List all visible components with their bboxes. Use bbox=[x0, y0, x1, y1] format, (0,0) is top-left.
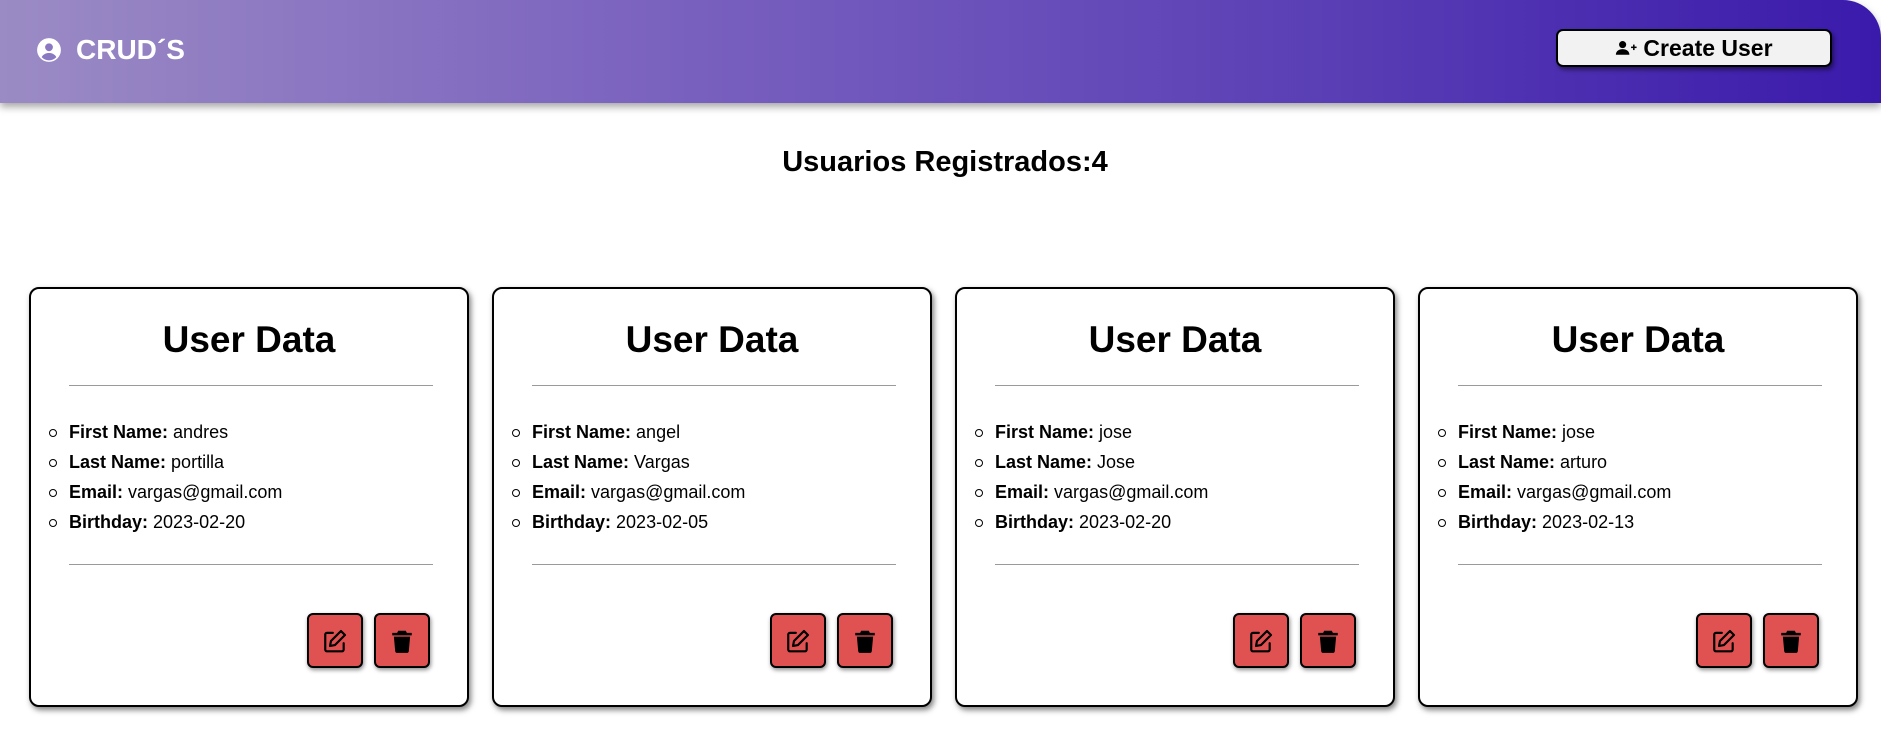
delete-button[interactable] bbox=[1763, 613, 1819, 668]
user-fields: First Name: angel Last Name: Vargas Emai… bbox=[511, 417, 746, 537]
trash-icon bbox=[392, 630, 412, 653]
email-value: vargas@gmail.com bbox=[1517, 482, 1672, 502]
edit-icon bbox=[1250, 629, 1273, 652]
delete-button[interactable] bbox=[837, 613, 893, 668]
user-plus-icon bbox=[1616, 41, 1637, 55]
last-name-field: Last Name: Vargas bbox=[511, 447, 745, 477]
card-actions bbox=[1696, 613, 1819, 668]
first-name-field: First Name: andres bbox=[48, 417, 282, 447]
card-actions bbox=[770, 613, 893, 668]
card-title: User Data bbox=[1088, 319, 1262, 360]
first-name-field: First Name: angel bbox=[511, 417, 745, 447]
card-title: User Data bbox=[1551, 319, 1725, 360]
brand: CRUD´S bbox=[36, 34, 185, 66]
birthday-field: Birthday: 2023-02-20 bbox=[48, 507, 282, 537]
email-field: Email: vargas@gmail.com bbox=[48, 477, 283, 507]
last-name-value: portilla bbox=[171, 452, 225, 472]
birthday-value: 2023-02-05 bbox=[616, 512, 709, 532]
first-name-field: First Name: jose bbox=[1437, 417, 1671, 447]
create-user-button[interactable]: Create User bbox=[1556, 29, 1832, 67]
trash-icon bbox=[1318, 630, 1338, 653]
birthday-value: 2023-02-20 bbox=[1079, 512, 1172, 532]
last-name-field: Last Name: Jose bbox=[974, 447, 1208, 477]
last-name-value: Jose bbox=[1097, 452, 1136, 472]
email-value: vargas@gmail.com bbox=[591, 482, 746, 502]
email-value: vargas@gmail.com bbox=[1054, 482, 1209, 502]
card-divider bbox=[995, 564, 1359, 565]
first-name-value: angel bbox=[636, 422, 681, 442]
card-title: User Data bbox=[162, 319, 336, 360]
card-divider bbox=[1458, 564, 1822, 565]
birthday-label: Birthday: bbox=[1458, 512, 1538, 532]
user-card: User Data First Name: angel Last Name: V… bbox=[492, 287, 932, 707]
registered-users-count: Usuarios Registrados:4 bbox=[782, 146, 1108, 178]
trash-icon bbox=[1781, 630, 1801, 653]
first-name-label: First Name: bbox=[995, 422, 1095, 442]
card-divider bbox=[532, 385, 896, 386]
email-label: Email: bbox=[69, 482, 124, 502]
card-title: User Data bbox=[625, 319, 799, 360]
edit-button[interactable] bbox=[1696, 613, 1752, 668]
trash-icon bbox=[855, 630, 875, 653]
card-divider bbox=[69, 385, 433, 386]
user-fields: First Name: andres Last Name: portilla E… bbox=[48, 417, 283, 537]
delete-button[interactable] bbox=[1300, 613, 1356, 668]
user-fields: First Name: jose Last Name: Jose Email: … bbox=[974, 417, 1209, 537]
user-card: User Data First Name: jose Last Name: ar… bbox=[1418, 287, 1858, 707]
user-circle-icon bbox=[37, 38, 61, 62]
email-field: Email: vargas@gmail.com bbox=[1437, 477, 1672, 507]
email-field: Email: vargas@gmail.com bbox=[974, 477, 1209, 507]
email-label: Email: bbox=[995, 482, 1050, 502]
edit-icon bbox=[324, 629, 347, 652]
birthday-field: Birthday: 2023-02-13 bbox=[1437, 507, 1671, 537]
first-name-field: First Name: jose bbox=[974, 417, 1208, 447]
last-name-label: Last Name: bbox=[69, 452, 167, 472]
birthday-label: Birthday: bbox=[995, 512, 1075, 532]
card-divider bbox=[995, 385, 1359, 386]
first-name-value: jose bbox=[1562, 422, 1596, 442]
card-actions bbox=[307, 613, 430, 668]
email-value: vargas@gmail.com bbox=[128, 482, 283, 502]
last-name-label: Last Name: bbox=[1458, 452, 1556, 472]
first-name-value: jose bbox=[1099, 422, 1133, 442]
last-name-label: Last Name: bbox=[532, 452, 630, 472]
last-name-field: Last Name: portilla bbox=[48, 447, 282, 477]
birthday-value: 2023-02-13 bbox=[1542, 512, 1635, 532]
card-divider bbox=[532, 564, 896, 565]
last-name-field: Last Name: arturo bbox=[1437, 447, 1671, 477]
create-user-label: Create User bbox=[1643, 34, 1773, 61]
edit-icon bbox=[1713, 629, 1736, 652]
email-field: Email: vargas@gmail.com bbox=[511, 477, 746, 507]
first-name-label: First Name: bbox=[1458, 422, 1558, 442]
birthday-field: Birthday: 2023-02-05 bbox=[511, 507, 745, 537]
edit-button[interactable] bbox=[307, 613, 363, 668]
card-divider bbox=[1458, 385, 1822, 386]
brand-title: CRUD´S bbox=[76, 34, 185, 65]
birthday-value: 2023-02-20 bbox=[153, 512, 246, 532]
card-divider bbox=[69, 564, 433, 565]
user-card: User Data First Name: jose Last Name: Jo… bbox=[955, 287, 1395, 707]
birthday-label: Birthday: bbox=[69, 512, 149, 532]
first-name-value: andres bbox=[173, 422, 229, 442]
edit-button[interactable] bbox=[1233, 613, 1289, 668]
user-card: User Data First Name: andres Last Name: … bbox=[29, 287, 469, 707]
email-label: Email: bbox=[1458, 482, 1513, 502]
last-name-label: Last Name: bbox=[995, 452, 1093, 472]
first-name-label: First Name: bbox=[69, 422, 169, 442]
last-name-value: arturo bbox=[1560, 452, 1608, 472]
first-name-label: First Name: bbox=[532, 422, 632, 442]
delete-button[interactable] bbox=[374, 613, 430, 668]
birthday-field: Birthday: 2023-02-20 bbox=[974, 507, 1208, 537]
last-name-value: Vargas bbox=[634, 452, 690, 472]
app-header: CRUD´S Create User bbox=[0, 0, 1881, 103]
edit-icon bbox=[787, 629, 810, 652]
edit-button[interactable] bbox=[770, 613, 826, 668]
birthday-label: Birthday: bbox=[532, 512, 612, 532]
user-fields: First Name: jose Last Name: arturo Email… bbox=[1437, 417, 1672, 537]
card-actions bbox=[1233, 613, 1356, 668]
email-label: Email: bbox=[532, 482, 587, 502]
